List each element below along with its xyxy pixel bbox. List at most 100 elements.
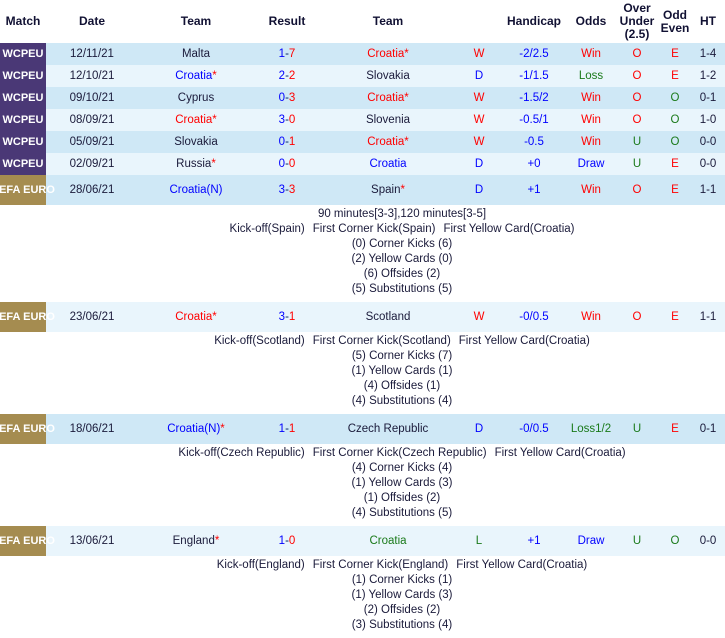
away-team[interactable]: Croatia*	[320, 87, 456, 109]
halftime-score: 1-4	[692, 43, 724, 65]
competition-cell[interactable]: UEFA EURO	[0, 414, 55, 444]
competition-cell[interactable]: WCPEU	[0, 109, 46, 131]
halftime-score: 1-0	[692, 109, 724, 131]
home-team[interactable]: Croatia*	[138, 65, 254, 87]
table-row[interactable]: WCPEU 12/10/21 Croatia* 2-2 Slovakia D -1/1.5 L…	[0, 65, 725, 87]
competition-badge[interactable]: WCPEU	[0, 43, 46, 65]
stat-label: Yellow Cards	[368, 589, 436, 601]
table-row[interactable]: WCPEU 12/11/21 Malta 1-7 Croatia* W -2/2.5 Win O…	[0, 43, 725, 65]
competition-cell[interactable]: UEFA EURO	[0, 302, 55, 332]
home-team[interactable]: Malta	[138, 43, 254, 65]
odd-even-value: E	[658, 153, 692, 175]
score-away: 1	[288, 136, 296, 148]
competition-cell[interactable]: WCPEU	[0, 43, 46, 65]
away-team[interactable]: Croatia	[320, 526, 456, 556]
competition-badge[interactable]: UEFA EURO	[0, 526, 55, 556]
competition-badge[interactable]: UEFA EURO	[0, 414, 55, 444]
odds-result: Win	[566, 87, 616, 109]
table-row[interactable]: WCPEU 08/09/21 Croatia* 3-0 Slovenia W -0.5/1 W…	[0, 109, 725, 131]
competition-cell[interactable]: UEFA EURO	[0, 526, 55, 556]
stat-home-value: (1)	[351, 574, 366, 586]
match-detail-block: Kick-off(England) First Corner Kick(Engla…	[0, 558, 725, 633]
stat-home-value: (6)	[363, 268, 378, 280]
table-row[interactable]: UEFA EURO23/06/21Croatia*3-1ScotlandW-0/…	[0, 302, 725, 332]
odd-even-value: O	[658, 131, 692, 153]
table-row[interactable]: UEFA EURO28/06/21Croatia(N)3-3Spain*D+1W…	[0, 175, 725, 205]
header-oe-line1: Odd	[663, 7, 687, 22]
competition-badge[interactable]: WCPEU	[0, 65, 46, 87]
competition-badge[interactable]: UEFA EURO	[0, 175, 55, 205]
away-team[interactable]: Croatia*	[320, 131, 456, 153]
home-team[interactable]: Croatia*	[138, 109, 254, 131]
home-team-asterisk: *	[212, 70, 217, 82]
home-team[interactable]: Russia*	[138, 153, 254, 175]
detail-first-corner: First Corner Kick(Czech Republic)	[312, 447, 487, 459]
stat-label: Substitutions	[369, 283, 435, 295]
home-team[interactable]: England*	[138, 526, 254, 556]
over-under-25-value: U	[616, 131, 658, 153]
table-row[interactable]: UEFA EURO18/06/21Croatia(N)*1-1Czech Rep…	[0, 414, 725, 444]
odd-even-value: E	[658, 65, 692, 87]
table-row[interactable]: WCPEU 02/09/21 Russia* 0-0 Croatia D +0 Draw U E 0…	[0, 153, 725, 175]
detail-stat-line: (3) Substitutions (4)	[40, 618, 725, 633]
score-away: 2	[288, 70, 296, 82]
stat-home-value: (4)	[363, 380, 378, 392]
home-team-label: England	[172, 535, 215, 547]
competition-badge[interactable]: WCPEU	[0, 87, 46, 109]
stat-label: Yellow Cards	[368, 365, 436, 377]
odds-result: Win	[566, 109, 616, 131]
away-team[interactable]: Croatia*	[320, 43, 456, 65]
competition-badge[interactable]: WCPEU	[0, 131, 46, 153]
away-team-label: Croatia	[367, 136, 405, 148]
handicap-value: -1/1.5	[502, 65, 566, 87]
home-team[interactable]: Slovakia	[138, 131, 254, 153]
result-score: 3-3	[254, 175, 320, 205]
table-row[interactable]: WCPEU 05/09/21 Slovakia 0-1 Croatia* W -0.5 Win…	[0, 131, 725, 153]
home-team[interactable]: Croatia*	[138, 302, 254, 332]
away-team-label: Croatia	[369, 158, 407, 170]
odd-even-value: O	[658, 87, 692, 109]
away-team-asterisk: *	[400, 184, 405, 196]
home-team[interactable]: Croatia(N)	[138, 175, 254, 205]
detail-stat-line: (1) Yellow Cards (1)	[40, 364, 725, 379]
match-detail-row: 90 minutes[3-3],120 minutes[3-5] Kick-off…	[0, 205, 725, 302]
competition-badge[interactable]: WCPEU	[0, 109, 46, 131]
stat-away-value: (3)	[438, 589, 453, 601]
stat-label: Offsides	[381, 380, 423, 392]
stat-away-value: (7)	[438, 350, 453, 362]
competition-cell[interactable]: WCPEU	[0, 65, 46, 87]
halftime-score: 0-0	[692, 153, 724, 175]
away-team-label: Czech Republic	[347, 423, 429, 435]
stat-label: Substitutions	[369, 619, 435, 631]
handicap-value: -0.5	[502, 131, 566, 153]
away-team[interactable]: Slovenia	[320, 109, 456, 131]
home-team-asterisk: *	[212, 114, 217, 126]
table-row[interactable]: UEFA EURO13/06/21England*1-0CroatiaL+1Dr…	[0, 526, 725, 556]
odd-even-value: O	[658, 109, 692, 131]
stat-away-value: (4)	[438, 462, 453, 474]
away-team-asterisk: *	[404, 48, 409, 60]
competition-cell[interactable]: WCPEU	[0, 131, 46, 153]
header-match: Match	[0, 0, 46, 43]
competition-cell[interactable]: WCPEU	[0, 153, 46, 175]
handicap-value: -2/2.5	[502, 43, 566, 65]
away-team-label: Croatia	[369, 535, 407, 547]
home-team[interactable]: Croatia(N)*	[138, 414, 254, 444]
away-team[interactable]: Scotland	[320, 302, 456, 332]
odds-result: Win	[566, 131, 616, 153]
away-team[interactable]: Croatia	[320, 153, 456, 175]
table-row[interactable]: WCPEU 09/10/21 Cyprus 0-3 Croatia* W -1.5/2 Win…	[0, 87, 725, 109]
away-team[interactable]: Czech Republic	[320, 414, 456, 444]
competition-badge[interactable]: WCPEU	[0, 153, 46, 175]
result-score: 1-1	[254, 414, 320, 444]
score-away: 0	[288, 114, 296, 126]
home-team[interactable]: Cyprus	[138, 87, 254, 109]
competition-cell[interactable]: UEFA EURO	[0, 175, 55, 205]
match-date: 05/09/21	[46, 131, 138, 153]
away-team[interactable]: Spain*	[320, 175, 456, 205]
away-team[interactable]: Slovakia	[320, 65, 456, 87]
stat-label: Substitutions	[369, 507, 435, 519]
result-score: 3-0	[254, 109, 320, 131]
competition-cell[interactable]: WCPEU	[0, 87, 46, 109]
competition-badge[interactable]: UEFA EURO	[0, 302, 55, 332]
